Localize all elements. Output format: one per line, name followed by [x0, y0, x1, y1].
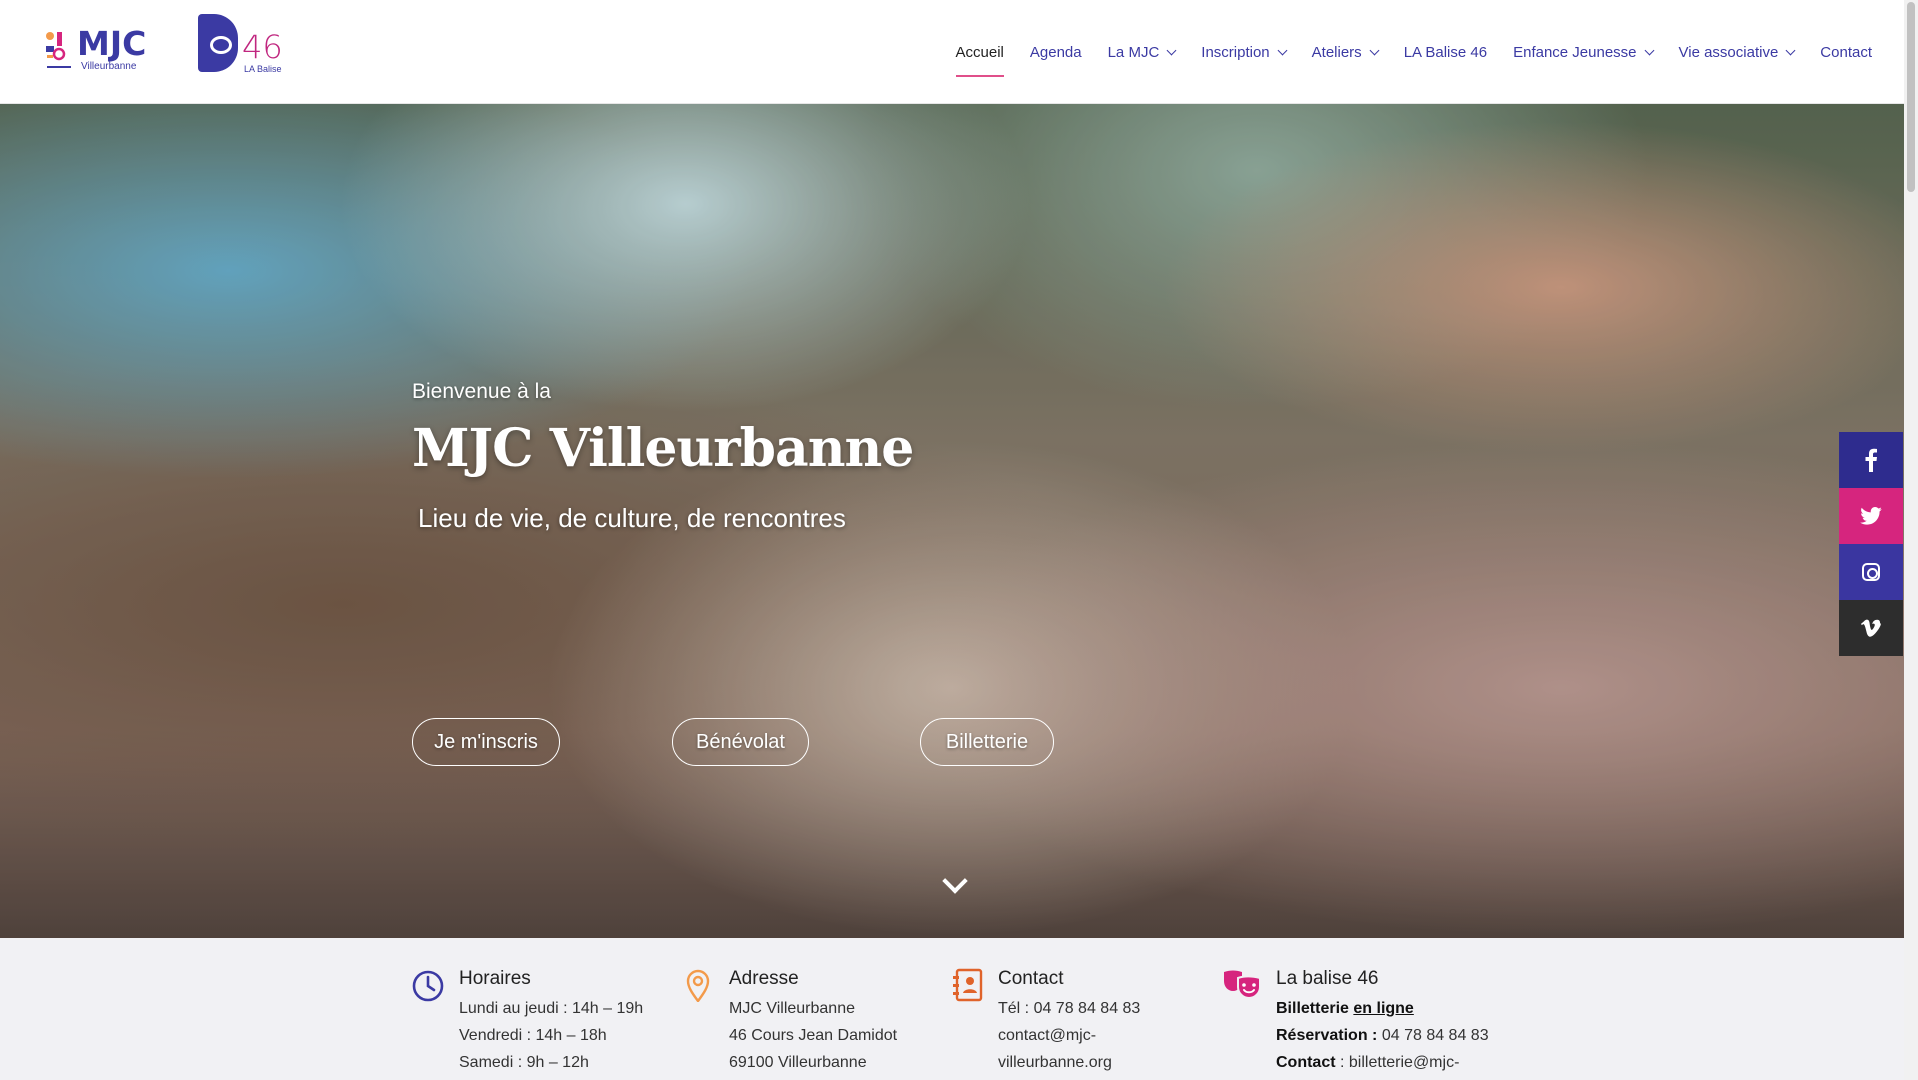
mjc-logo-word: MJC	[77, 24, 147, 63]
chevron-down-icon	[1166, 45, 1177, 56]
instagram-glyph	[1862, 563, 1880, 581]
vimeo-glyph	[1861, 619, 1881, 637]
hero-title: MJC Villeurbanne	[412, 418, 914, 479]
horaires-line: Vendredi : 14h – 18h	[459, 1027, 607, 1044]
benevolat-button[interactable]: Bénévolat	[672, 718, 809, 766]
twitter-icon[interactable]	[1839, 488, 1903, 544]
twitter-glyph	[1860, 507, 1882, 525]
mjc-logo-sub: Villeurbanne	[81, 61, 137, 72]
reservation-phone: 04 78 84 84 83	[1381, 1027, 1489, 1044]
mjc-logo-line	[47, 66, 71, 68]
adresse-line: 69100 Villeurbanne	[729, 1054, 867, 1071]
vimeo-icon[interactable]	[1839, 600, 1903, 656]
hero-section: Bienvenue à la MJC Villeurbanne Lieu de …	[0, 104, 1904, 938]
mjc-logo[interactable]: MJC Villeurbanne	[45, 24, 165, 74]
mjc-logo-mark	[46, 32, 66, 61]
billetterie-label: Billetterie	[1276, 1000, 1349, 1017]
nav-item-ateliers[interactable]: Ateliers	[1311, 40, 1380, 65]
balise-billetterie: Billetterie en ligne	[1276, 995, 1566, 1022]
nav-label: Inscription	[1201, 44, 1270, 61]
chevron-down-icon	[1644, 45, 1654, 56]
facebook-icon[interactable]	[1839, 432, 1903, 488]
site-header: MJC Villeurbanne 46 LA Balise Accueil Ag…	[0, 0, 1904, 104]
theater-masks-icon	[1224, 970, 1261, 1000]
balise-b-mark	[198, 14, 238, 72]
address-book-icon	[953, 968, 983, 1002]
nav-item-la-balise-46[interactable]: LA Balise 46	[1404, 40, 1487, 65]
chevron-down-icon	[1277, 45, 1288, 56]
nav-label: Agenda	[1029, 44, 1082, 61]
social-sidebar	[1839, 432, 1903, 656]
nav-item-vie-associative[interactable]: Vie associative	[1678, 40, 1796, 65]
balise46-logo[interactable]: 46 LA Balise	[198, 14, 290, 76]
contact-email[interactable]: contact@mjc-	[998, 1022, 1288, 1049]
balise-reservation: Réservation : 04 78 84 84 83	[1276, 1022, 1566, 1049]
instagram-icon[interactable]	[1839, 544, 1903, 600]
contact-email[interactable]: villeurbanne.org	[998, 1049, 1288, 1076]
nav-label: Ateliers	[1311, 44, 1362, 61]
balise-contact: Contact : billetterie@mjc-	[1276, 1049, 1566, 1076]
main-nav: Accueil Agenda La MJC Inscription Atelie…	[930, 40, 1872, 77]
nav-item-inscription[interactable]: Inscription	[1201, 40, 1288, 65]
balise-contact-label: Contact	[1276, 1054, 1336, 1071]
nav-item-la-mjc[interactable]: La MJC	[1107, 40, 1177, 65]
nav-label: Vie associative	[1678, 44, 1779, 61]
balise-contact-email[interactable]: : billetterie@mjc-	[1340, 1054, 1459, 1071]
nav-label: LA Balise 46	[1403, 44, 1488, 61]
reservation-label: Réservation :	[1276, 1027, 1378, 1044]
hero-subtitle: Lieu de vie, de culture, de rencontres	[418, 503, 846, 533]
balise-logo-label: LA Balise	[244, 64, 282, 74]
chevron-down-icon	[1785, 45, 1796, 56]
adresse-line: 46 Cours Jean Damidot	[729, 1027, 898, 1044]
facebook-glyph	[1865, 448, 1877, 472]
nav-item-agenda[interactable]: Agenda	[1030, 40, 1082, 65]
balise-logo-number: 46	[242, 28, 283, 66]
page-scrollbar[interactable]	[1904, 0, 1918, 1080]
inscription-button[interactable]: Je m'inscris	[412, 718, 560, 766]
billetterie-button[interactable]: Billetterie	[920, 718, 1054, 766]
nav-item-contact[interactable]: Contact	[1820, 40, 1872, 65]
nav-label: Enfance Jeunesse	[1513, 44, 1637, 61]
balise-title: La balise 46	[1276, 968, 1379, 989]
hero-text: Bienvenue à la MJC Villeurbanne Lieu de …	[412, 380, 914, 534]
billetterie-online-link[interactable]: en ligne	[1353, 1000, 1413, 1017]
chevron-down-icon	[1369, 45, 1380, 56]
nav-label: Accueil	[955, 44, 1004, 61]
horaires-line: Samedi : 9h – 12h	[459, 1054, 589, 1071]
info-bar: Horaires Lundi au jeudi : 14h – 19h Vend…	[0, 938, 1904, 1080]
scroll-down-icon[interactable]	[943, 872, 965, 894]
location-pin-icon	[686, 969, 710, 1002]
nav-item-accueil[interactable]: Accueil	[955, 40, 1005, 77]
nav-label: Contact	[1820, 44, 1872, 61]
scrollbar-thumb[interactable]	[1907, 2, 1915, 192]
clock-icon	[412, 970, 444, 1002]
hero-pretitle: Bienvenue à la	[412, 380, 551, 403]
nav-label: La MJC	[1107, 44, 1160, 61]
nav-item-enfance-jeunesse[interactable]: Enfance Jeunesse	[1513, 40, 1654, 65]
